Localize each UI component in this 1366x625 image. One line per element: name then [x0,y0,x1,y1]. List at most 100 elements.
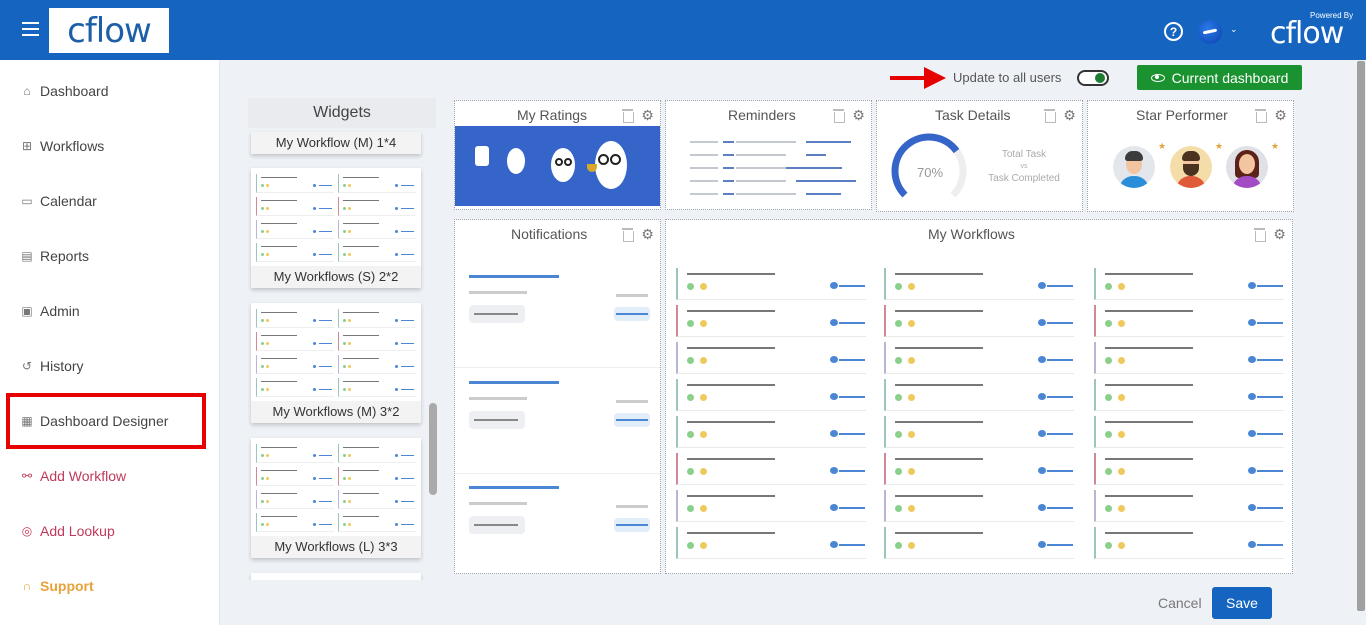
workflow-placeholder-row [884,379,1074,411]
red-arrow-annotation [890,67,946,89]
workflow-placeholder-row [884,416,1074,448]
workflow-placeholder-row [1094,268,1284,300]
home-icon: ⌂ [23,84,31,98]
widget-title: Reminders [728,107,796,123]
widget-star-performer[interactable]: Star Performer ⚙ ★ ★ ★ [1087,100,1294,212]
sidebar-item-label: Add Lookup [40,523,115,539]
widget-my-ratings[interactable]: My Ratings ⚙ [454,100,661,210]
widgets-panel-scrollbar[interactable] [429,403,437,495]
toggle-knob [1095,73,1105,83]
preview-row [256,444,334,463]
reminder-line [736,154,786,156]
sidebar-item-dashboard-designer[interactable]: ▦ Dashboard Designer [20,410,168,432]
widget-card-next[interactable] [251,573,421,580]
sidebar-item-workflows[interactable]: ⊞ Workflows [20,135,104,157]
powered-by-logo: cflow [1270,16,1344,51]
reminder-line [723,193,734,195]
chevron-down-icon[interactable]: ⌄ [1230,24,1238,35]
current-dashboard-button[interactable]: Current dashboard [1137,65,1302,90]
widget-card-my-workflows-m-3x2[interactable]: My Workflows (M) 3*2 [251,303,421,423]
task-completed-label: Task Completed [988,173,1060,184]
sidebar-item-label: Reports [40,248,90,264]
workflow-placeholder-row [1094,453,1284,485]
preview-row [256,467,334,486]
sidebar-item-label: History [40,358,84,374]
save-button[interactable]: Save [1212,587,1272,619]
widget-card-my-workflow-m-1x4[interactable]: My Workflow (M) 1*4 [251,132,421,154]
workflow-column [1094,268,1284,564]
widget-title: Task Details [935,107,1011,123]
gear-icon[interactable]: ⚙ [1273,227,1286,241]
preview-row [338,243,416,262]
sidebar-item-dashboard[interactable]: ⌂ Dashboard [20,80,109,102]
workflow-placeholder-row [676,379,866,411]
trash-icon[interactable] [622,109,634,123]
workflow-placeholder-row [676,416,866,448]
reminder-line [690,154,718,156]
sidebar-item-admin[interactable]: ▣ Admin [20,300,79,322]
widget-notifications[interactable]: Notifications ⚙ [454,219,661,574]
main-scrollbar[interactable] [1357,61,1365,611]
preview-row [338,467,416,486]
trash-icon[interactable] [1255,109,1267,123]
sidebar-item-add-lookup[interactable]: ◎ Add Lookup [20,520,115,542]
reminder-line [806,141,851,143]
gear-icon[interactable]: ⚙ [1063,108,1076,122]
top-bar: cflow ? ⌄ Powered By cflow [0,0,1366,60]
sidebar-item-support[interactable]: ∩ Support [20,575,94,597]
widget-title: Star Performer [1136,107,1228,123]
trash-icon[interactable] [1044,109,1056,123]
workflow-placeholder-row [884,268,1074,300]
sidebar-item-history[interactable]: ↺ History [20,355,84,377]
preview-row [338,197,416,216]
widget-reminders[interactable]: Reminders ⚙ [665,100,872,210]
workflow-placeholder-row [1094,416,1284,448]
reminder-line [806,193,841,195]
vs-label: vs [1020,163,1028,170]
admin-icon: ▣ [21,304,33,318]
sidebar-item-label: Dashboard [40,83,109,99]
widget-card-my-workflows-s-2x2[interactable]: My Workflows (S) 2*2 [251,168,421,288]
help-icon[interactable]: ? [1164,22,1183,41]
user-avatar[interactable] [1198,20,1222,44]
gear-icon[interactable]: ⚙ [852,108,865,122]
add-workflow-icon: ⚯ [21,469,33,483]
cflow-logo[interactable]: cflow [49,8,169,53]
gear-icon[interactable]: ⚙ [641,227,654,241]
glasses [598,154,609,165]
star-icon: ★ [1215,141,1224,151]
widget-card-label: My Workflow (M) 1*4 [251,132,421,154]
widgets-panel: Widgets My Workflow (M) 1*4 My Workflows… [248,98,436,580]
gear-icon[interactable]: ⚙ [641,108,654,122]
preview-row [338,378,416,397]
add-lookup-icon: ◎ [21,524,33,538]
workflow-placeholder-row [1094,527,1284,559]
sidebar-item-label: Add Workflow [40,468,127,484]
widget-my-workflows[interactable]: My Workflows ⚙ [665,219,1293,574]
update-to-all-users-toggle[interactable] [1077,70,1109,86]
widget-task-details[interactable]: Task Details ⚙ 70% Total Task vs Task Co… [876,100,1083,212]
reminder-line [796,180,856,182]
widget-card-my-workflows-l-3x3[interactable]: My Workflows (L) 3*3 [251,438,421,558]
character-2 [507,148,525,174]
preview-row [256,490,334,509]
workflow-placeholder-row [1094,490,1284,522]
menu-icon[interactable] [22,22,39,36]
preview-row [256,243,334,262]
glasses [610,154,621,165]
preview-row [256,220,334,239]
sidebar-item-calendar[interactable]: ▭ Calendar [20,190,97,212]
widget-preview [256,174,416,262]
reminder-line [723,167,734,169]
sidebar-item-add-workflow[interactable]: ⚯ Add Workflow [20,465,126,487]
trash-icon[interactable] [622,228,634,242]
trash-icon[interactable] [833,109,845,123]
workflow-placeholder-row [676,305,866,337]
trash-icon[interactable] [1254,228,1266,242]
gear-icon[interactable]: ⚙ [1274,108,1287,122]
widget-title: My Workflows [928,226,1015,242]
sidebar-item-reports[interactable]: ▤ Reports [20,245,89,267]
cancel-button[interactable]: Cancel [1158,595,1202,611]
widget-card-label: My Workflows (M) 3*2 [251,401,421,423]
preview-row [256,309,334,328]
